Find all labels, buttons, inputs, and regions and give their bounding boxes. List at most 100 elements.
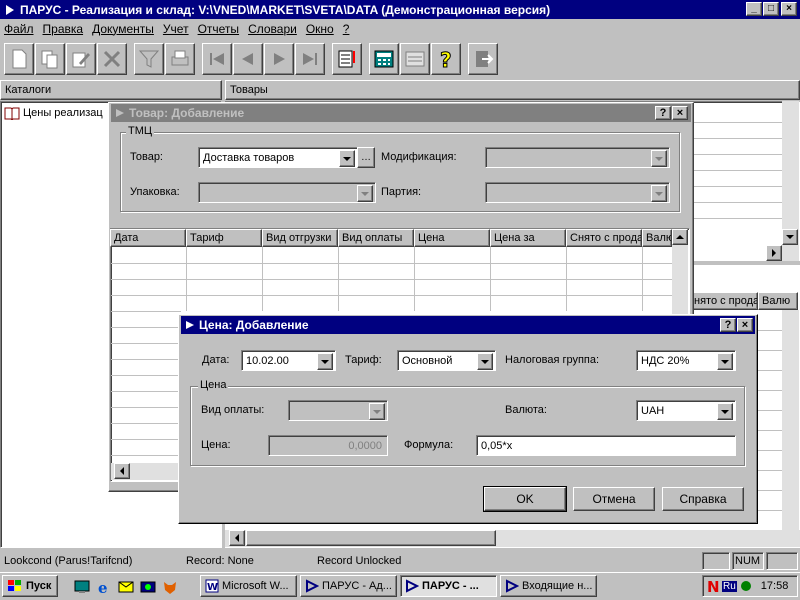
task-parus-active[interactable]: ПАРУС - ... — [400, 575, 497, 597]
menu-accounting[interactable]: Учет — [163, 22, 189, 36]
goods-table-scroll-up[interactable] — [672, 229, 688, 245]
formula-value: 0,05*x — [481, 439, 513, 452]
col-payment[interactable]: Вид оплаты — [338, 229, 414, 247]
goods-dialog-close-button[interactable]: × — [672, 106, 688, 120]
menu-edit[interactable]: Правка — [43, 22, 84, 36]
goods-dialog-title-bar[interactable]: Товар: Добавление — [111, 104, 691, 122]
goods-dialog-help-button[interactable]: ? — [655, 106, 671, 120]
tax-group-combo[interactable]: НДС 20% — [636, 350, 736, 371]
task-parus-admin[interactable]: ПАРУС - Ад... — [300, 575, 397, 597]
packing-label: Упаковка: — [130, 186, 180, 198]
minimize-button[interactable]: _ — [746, 2, 762, 16]
tariff-combo[interactable]: Основной — [397, 350, 496, 371]
edit-button[interactable] — [66, 43, 96, 75]
currency-dropdown-icon[interactable] — [717, 403, 733, 420]
last-record-button[interactable] — [295, 43, 325, 75]
status-caps — [702, 552, 730, 570]
menu-reports[interactable]: Отчеты — [198, 22, 239, 36]
date-dropdown-icon[interactable] — [317, 353, 333, 370]
packing-dropdown-icon[interactable] — [357, 185, 373, 202]
catalog-item-label: Цены реализац — [23, 107, 103, 119]
menu-documents[interactable]: Документы — [92, 22, 154, 36]
formula-input[interactable]: 0,05*x — [476, 435, 736, 456]
date-picker[interactable]: 10.02.00 — [241, 350, 336, 371]
calculator-button[interactable] — [369, 43, 399, 75]
menu-file[interactable]: Файл — [4, 22, 34, 36]
modification-dropdown-icon[interactable] — [651, 150, 667, 167]
prices-bg-scroll-left[interactable] — [229, 530, 245, 546]
menu-dictionaries[interactable]: Словари — [248, 22, 297, 36]
fox-app-icon[interactable] — [162, 579, 178, 595]
next-record-button[interactable] — [264, 43, 294, 75]
maximize-button[interactable]: □ — [763, 2, 779, 16]
tovar-browse-button[interactable]: … — [357, 147, 375, 168]
catalog-item-prices[interactable]: Цены реализац — [4, 106, 103, 120]
menu-help[interactable]: ? — [343, 22, 350, 36]
help-dialog-button[interactable]: Справка — [662, 487, 744, 511]
desktop-icon[interactable] — [74, 579, 90, 595]
batch-dropdown-icon[interactable] — [651, 185, 667, 202]
channels-icon[interactable] — [140, 579, 156, 595]
edit-icon — [72, 52, 90, 68]
norton-icon[interactable]: N — [706, 578, 720, 594]
language-indicator[interactable]: Ru — [722, 580, 737, 592]
price-dialog-close-button[interactable]: × — [737, 318, 753, 332]
menu-window[interactable]: Окно — [306, 22, 334, 36]
batch-label: Партия: — [381, 186, 422, 198]
tax-group-dropdown-icon[interactable] — [717, 353, 733, 370]
ok-button[interactable]: OK — [483, 486, 567, 512]
prices-bg-vscroll[interactable] — [782, 310, 799, 530]
packing-combo[interactable] — [198, 182, 376, 203]
list-button[interactable] — [332, 43, 362, 75]
bg-col-currency: Валю — [758, 292, 798, 310]
ie-browser-icon[interactable]: e — [96, 579, 112, 595]
tovar-combo[interactable]: Доставка товаров — [198, 147, 358, 168]
tovar-label: Товар: — [130, 151, 163, 163]
exit-button[interactable] — [468, 43, 498, 75]
cancel-button[interactable]: Отмена — [573, 487, 655, 511]
first-record-button[interactable] — [202, 43, 232, 75]
goods-scroll-down[interactable] — [782, 229, 798, 245]
currency-combo[interactable]: UAH — [636, 400, 736, 421]
payment-type-combo[interactable] — [288, 400, 388, 421]
col-date[interactable]: Дата — [110, 229, 186, 247]
new-document-icon — [12, 49, 27, 69]
goods-scroll-right[interactable] — [766, 245, 782, 261]
prev-record-button[interactable] — [233, 43, 263, 75]
copy-button[interactable] — [35, 43, 65, 75]
start-button[interactable]: Пуск — [2, 575, 58, 597]
price-dialog-help-button[interactable]: ? — [720, 318, 736, 332]
prices-bg-hscroll-thumb[interactable] — [246, 530, 496, 546]
consultant-icon — [405, 51, 425, 67]
help-button[interactable]: ? — [431, 43, 461, 75]
col-shipment[interactable]: Вид отгрузки — [262, 229, 338, 247]
col-price-for[interactable]: Цена за — [490, 229, 566, 247]
goods-dialog-title: Товар: Добавление — [129, 106, 245, 120]
outlook-icon[interactable] — [118, 579, 134, 595]
delete-button[interactable] — [97, 43, 127, 75]
payment-type-dropdown-icon[interactable] — [369, 403, 385, 420]
print-button[interactable] — [165, 43, 195, 75]
price-input[interactable]: 0,0000 — [268, 435, 388, 456]
app-title-bar[interactable]: ПАРУС - Реализация и склад: V:\VNED\MARK… — [0, 0, 800, 19]
col-sold[interactable]: Снято с прода — [566, 229, 642, 247]
new-doc-button[interactable] — [4, 43, 34, 75]
price-dialog-title-bar[interactable]: Цена: Добавление — [181, 316, 755, 334]
batch-combo[interactable] — [485, 182, 670, 203]
arrow-down-icon — [786, 234, 794, 239]
tray-app-icon[interactable] — [739, 579, 753, 593]
task-microsoft-word[interactable]: W Microsoft W... — [200, 575, 297, 597]
task-inbox[interactable]: Входящие н... — [500, 575, 597, 597]
tariff-dropdown-icon[interactable] — [477, 353, 493, 370]
close-button[interactable]: × — [781, 2, 797, 16]
modification-combo[interactable] — [485, 147, 670, 168]
tovar-dropdown-icon[interactable] — [339, 150, 355, 167]
consultant-button[interactable] — [400, 43, 430, 75]
tmc-group-title: ТМЦ — [126, 125, 155, 137]
col-price[interactable]: Цена — [414, 229, 490, 247]
col-currency[interactable]: Валю — [642, 229, 672, 247]
parus-app-icon — [6, 4, 14, 15]
filter-button[interactable] — [134, 43, 164, 75]
goods-table-scroll-left[interactable] — [114, 463, 130, 479]
col-tariff[interactable]: Тариф — [186, 229, 262, 247]
